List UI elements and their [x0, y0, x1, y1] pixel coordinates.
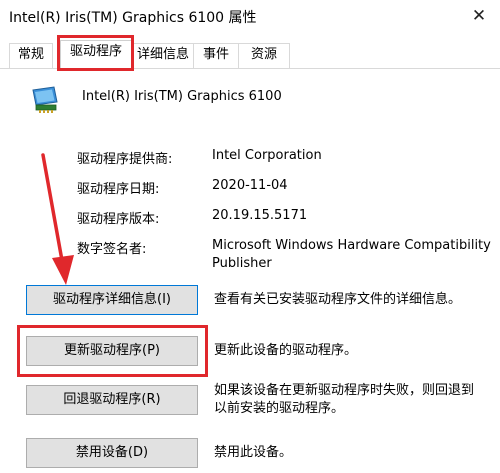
- driver-details-button[interactable]: 驱动程序详细信息(I): [26, 285, 198, 315]
- tab-resources[interactable]: 资源: [238, 43, 290, 68]
- roll-back-driver-button[interactable]: 回退驱动程序(R): [26, 385, 198, 415]
- tab-highlight-box: [57, 35, 134, 71]
- update-driver-desc: 更新此设备的驱动程序。: [214, 343, 358, 358]
- date-value: 2020-11-04: [212, 178, 288, 193]
- provider-value: Intel Corporation: [212, 148, 322, 163]
- signer-value-line2: Publisher: [212, 256, 272, 271]
- signer-value-line1: Microsoft Windows Hardware Compatibility: [212, 238, 491, 253]
- title-bar: Intel(R) Iris(TM) Graphics 6100 属性 ✕: [0, 0, 500, 32]
- date-label: 驱动程序日期:: [77, 182, 160, 197]
- version-label: 驱动程序版本:: [77, 212, 160, 227]
- tab-details[interactable]: 详细信息: [132, 43, 194, 68]
- disable-device-button[interactable]: 禁用设备(D): [26, 438, 198, 468]
- provider-label: 驱动程序提供商:: [77, 152, 173, 167]
- disable-device-desc: 禁用此设备。: [214, 445, 293, 460]
- version-value: 20.19.15.5171: [212, 208, 308, 223]
- close-button[interactable]: ✕: [462, 2, 496, 30]
- window-title: Intel(R) Iris(TM) Graphics 6100 属性: [9, 10, 257, 26]
- display-adapter-icon: [32, 86, 58, 113]
- roll-back-desc-line2: 以前安装的驱动程序。: [214, 401, 345, 416]
- tab-events[interactable]: 事件: [193, 43, 239, 68]
- roll-back-desc-line1: 如果该设备在更新驱动程序时失败，则回退到: [214, 383, 475, 398]
- tab-general[interactable]: 常规: [9, 43, 53, 68]
- signer-label: 数字签名者:: [77, 242, 147, 257]
- driver-details-desc: 查看有关已安装驱动程序文件的详细信息。: [214, 292, 462, 307]
- device-name: Intel(R) Iris(TM) Graphics 6100: [82, 89, 282, 104]
- update-button-highlight-box: [17, 325, 208, 377]
